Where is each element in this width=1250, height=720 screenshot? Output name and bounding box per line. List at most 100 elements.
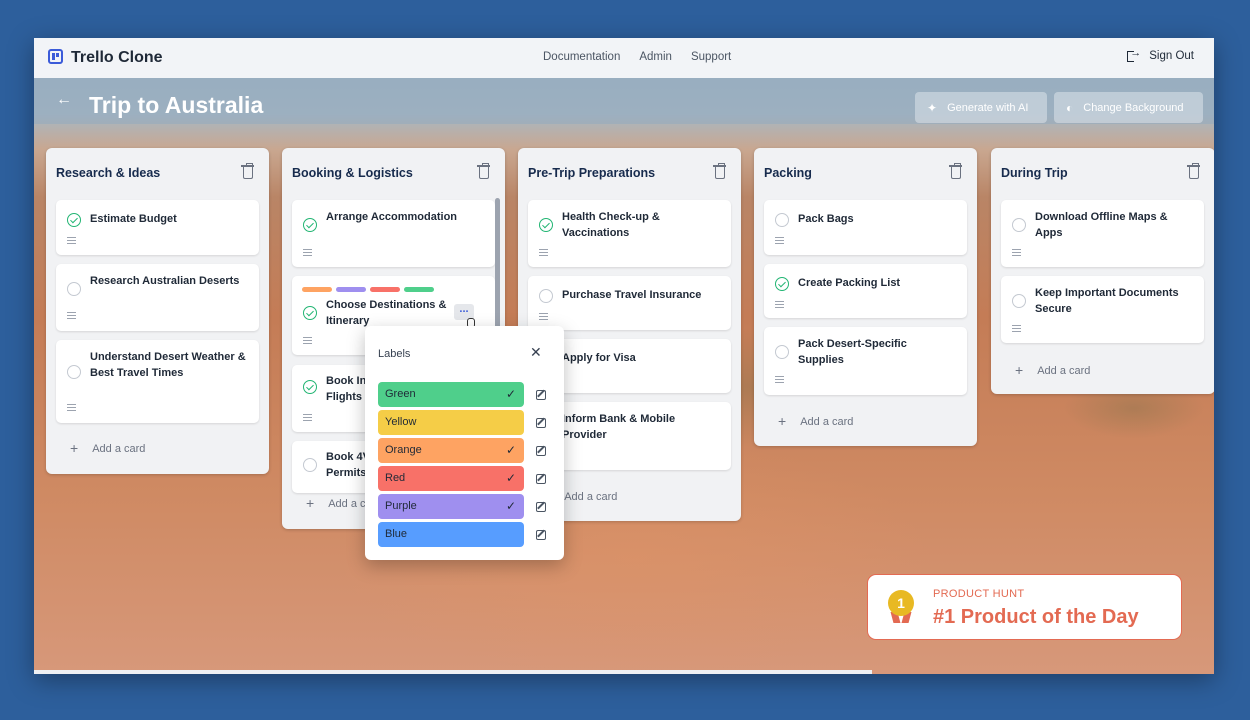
- nav-link-admin[interactable]: Admin: [639, 51, 672, 63]
- complete-check-icon[interactable]: [303, 218, 317, 232]
- complete-check-icon[interactable]: [303, 380, 317, 394]
- nav-link-documentation[interactable]: Documentation: [543, 51, 620, 63]
- card-title: Create Packing List: [798, 277, 901, 289]
- label-option-orange[interactable]: Orange ✓: [378, 438, 524, 463]
- complete-check-icon[interactable]: [775, 277, 789, 291]
- label-option-blue[interactable]: Blue: [378, 522, 524, 547]
- incomplete-check-icon[interactable]: [67, 282, 81, 296]
- description-icon: [303, 337, 312, 344]
- edit-icon[interactable]: [536, 446, 546, 456]
- add-card-button[interactable]: + Add a card: [1015, 362, 1090, 378]
- label-option-red[interactable]: Red ✓: [378, 466, 524, 491]
- label-option-green[interactable]: Green ✓: [378, 382, 524, 407]
- card-pack-desert-supplies[interactable]: Pack Desert-Specific Supplies: [764, 327, 967, 395]
- incomplete-check-icon[interactable]: [1012, 294, 1026, 308]
- plus-icon: +: [1015, 362, 1024, 378]
- nav-link-support[interactable]: Support: [691, 51, 731, 63]
- incomplete-check-icon[interactable]: [539, 289, 553, 303]
- complete-check-icon[interactable]: [539, 218, 553, 232]
- card-title: Apply for Visa: [562, 352, 636, 364]
- description-icon: [67, 312, 76, 319]
- trash-icon[interactable]: [477, 163, 490, 179]
- card-create-packing-list[interactable]: Create Packing List: [764, 264, 967, 318]
- incomplete-check-icon[interactable]: [775, 345, 789, 359]
- list-title[interactable]: Packing: [764, 166, 812, 180]
- add-card-button[interactable]: + Add a c: [306, 495, 366, 511]
- generate-with-ai-label: Generate with AI: [947, 101, 1029, 114]
- board-header: ← Trip to Australia ✦ Generate with AI ◐…: [34, 78, 1214, 124]
- edit-icon[interactable]: [536, 530, 546, 540]
- trello-logo-icon[interactable]: [48, 49, 63, 64]
- card-research-deserts[interactable]: Research Australian Deserts: [56, 264, 259, 331]
- card-title: Health Check-up & Vaccinations: [562, 211, 660, 239]
- label-chip-red: [370, 287, 400, 292]
- card-title: Pack Desert-Specific Supplies: [798, 338, 907, 366]
- card-title-line1: Book 4V: [326, 451, 366, 463]
- app-window: Trello Clone Documentation Admin Support…: [34, 38, 1214, 674]
- back-arrow-icon[interactable]: ←: [56, 91, 72, 109]
- description-icon: [775, 301, 784, 308]
- label-option-yellow[interactable]: Yellow: [378, 410, 524, 435]
- edit-icon[interactable]: [536, 502, 546, 512]
- complete-check-icon[interactable]: [67, 213, 81, 227]
- card-title: Understand Desert Weather & Best Travel …: [90, 351, 246, 379]
- sign-out-button[interactable]: Sign Out: [1127, 47, 1194, 62]
- sign-out-label: Sign Out: [1149, 50, 1194, 62]
- sign-out-icon: [1127, 47, 1141, 62]
- product-hunt-badge[interactable]: 1 PRODUCT HUNT #1 Product of the Day: [867, 574, 1182, 640]
- horizontal-scrollbar[interactable]: [34, 670, 872, 674]
- nav-links: Documentation Admin Support: [543, 51, 731, 63]
- label-name: Blue: [385, 528, 408, 540]
- description-icon: [303, 414, 312, 421]
- card-understand-weather[interactable]: Understand Desert Weather & Best Travel …: [56, 340, 259, 423]
- list-title[interactable]: Research & Ideas: [56, 166, 160, 180]
- add-card-button[interactable]: + Add a card: [778, 413, 854, 429]
- change-background-button[interactable]: ◐ Change Background: [1054, 92, 1203, 123]
- plus-icon: +: [70, 440, 79, 456]
- label-name: Orange: [385, 444, 422, 456]
- label-option-purple[interactable]: Purple ✓: [378, 494, 524, 519]
- top-navigation: Trello Clone Documentation Admin Support…: [34, 38, 1214, 78]
- incomplete-check-icon[interactable]: [303, 458, 317, 472]
- check-icon: ✓: [505, 387, 516, 401]
- badge-title: #1 Product of the Day: [933, 606, 1139, 628]
- card-health-checkup[interactable]: Health Check-up & Vaccinations: [528, 200, 731, 267]
- generate-with-ai-button[interactable]: ✦ Generate with AI: [915, 92, 1047, 123]
- label-chip-green: [404, 287, 434, 292]
- trash-icon[interactable]: [241, 163, 254, 179]
- list-title[interactable]: Pre-Trip Preparations: [528, 166, 655, 180]
- label-chip-orange: [302, 287, 332, 292]
- list-title[interactable]: During Trip: [1001, 166, 1068, 180]
- incomplete-check-icon[interactable]: [775, 213, 789, 227]
- trash-icon[interactable]: [949, 163, 962, 179]
- list-title[interactable]: Booking & Logistics: [292, 166, 413, 180]
- add-card-label: Add a card: [92, 443, 146, 455]
- incomplete-check-icon[interactable]: [67, 365, 81, 379]
- edit-icon[interactable]: [536, 474, 546, 484]
- trash-icon[interactable]: [1187, 163, 1200, 179]
- palette-icon: ◐: [1066, 100, 1074, 115]
- plus-icon: +: [778, 413, 787, 429]
- card-travel-insurance[interactable]: Purchase Travel Insurance: [528, 276, 731, 330]
- card-pack-bags[interactable]: Pack Bags: [764, 200, 967, 255]
- description-icon: [1012, 325, 1021, 332]
- edit-icon[interactable]: [536, 418, 546, 428]
- complete-check-icon[interactable]: [303, 306, 317, 320]
- incomplete-check-icon[interactable]: [1012, 218, 1026, 232]
- app-title[interactable]: Trello Clone: [71, 49, 163, 67]
- card-arrange-accommodation[interactable]: Arrange Accommodation: [292, 200, 495, 267]
- trash-icon[interactable]: [713, 163, 726, 179]
- card-title: Pack Bags: [798, 213, 854, 225]
- card-download-maps[interactable]: Download Offline Maps & Apps: [1001, 200, 1204, 267]
- add-card-label: Add a card: [800, 416, 854, 428]
- add-card-label: Add a card: [564, 491, 618, 503]
- edit-icon[interactable]: [536, 390, 546, 400]
- card-keep-documents[interactable]: Keep Important Documents Secure: [1001, 276, 1204, 343]
- card-estimate-budget[interactable]: Estimate Budget: [56, 200, 259, 255]
- description-icon: [775, 376, 784, 383]
- board-title[interactable]: Trip to Australia: [89, 92, 263, 119]
- close-icon[interactable]: ✕: [530, 344, 542, 361]
- list-research-ideas: Research & Ideas Estimate Budget Researc…: [46, 148, 269, 474]
- add-card-button[interactable]: + Add a card: [70, 440, 146, 456]
- plus-icon: +: [306, 495, 315, 511]
